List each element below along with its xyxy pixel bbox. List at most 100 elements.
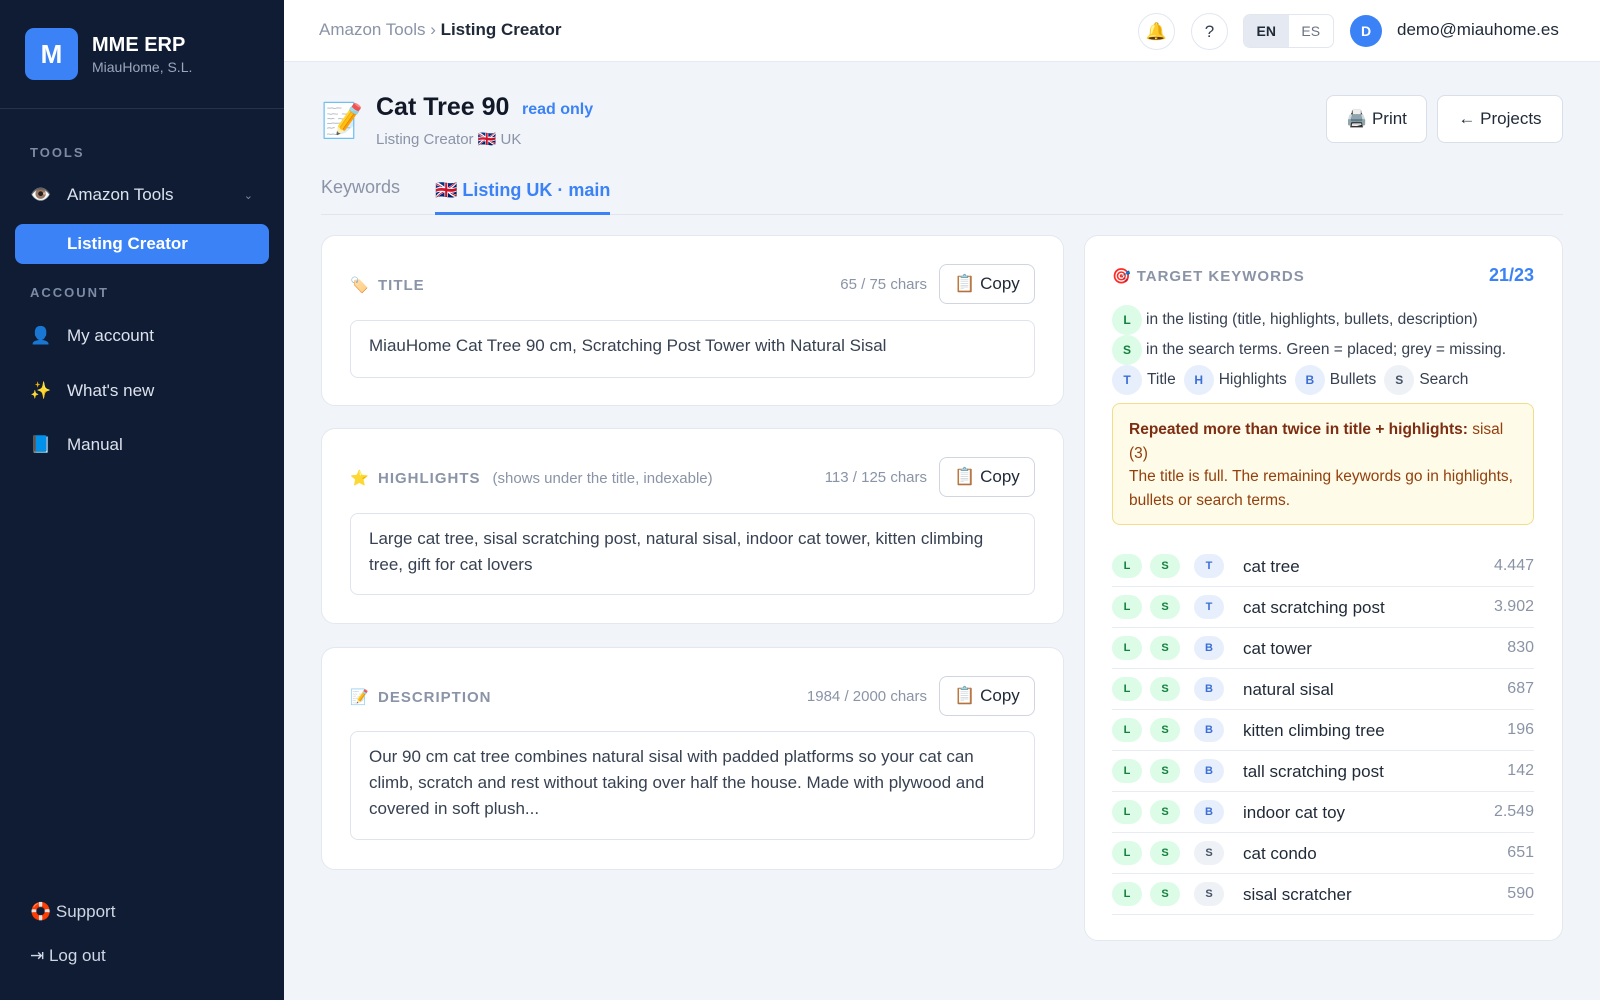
- keyword-name: cat tower: [1243, 639, 1312, 658]
- listing-badge: L: [1112, 841, 1142, 865]
- memo-icon: 📝: [350, 689, 369, 706]
- keyword-name: indoor cat toy: [1243, 803, 1346, 822]
- language-switch: EN ES: [1243, 14, 1334, 48]
- brand: M MME ERP MiauHome, S.L.: [0, 0, 284, 109]
- keyword-name: cat tree: [1243, 557, 1300, 576]
- title-card: 🏷️ TITLE 65 / 75 chars 📋 Copy MiauHome C…: [321, 235, 1064, 406]
- target-keywords-panel: 🎯 TARGET KEYWORDS 21/23 L in the listing…: [1084, 235, 1563, 941]
- keyword-volume: 830: [1507, 639, 1534, 656]
- keyword-name: tall scratching post: [1243, 762, 1384, 781]
- print-button[interactable]: 🖨️ Print: [1326, 95, 1427, 143]
- title-badge: T: [1112, 365, 1142, 395]
- search-terms-badge: S: [1384, 365, 1415, 395]
- keyword-volume: 4.447: [1493, 557, 1534, 574]
- card-hint: (shows under the title, indexable): [492, 469, 713, 487]
- copy-title-button[interactable]: 📋 Copy: [939, 264, 1035, 304]
- sidebar-item-label: What's new: [67, 381, 155, 400]
- search-badge: S: [1150, 636, 1180, 660]
- user-email[interactable]: demo@miauhome.es: [1397, 20, 1559, 40]
- keyword-row[interactable]: L S Scat condo 651: [1112, 833, 1534, 874]
- tab-keywords[interactable]: Keywords: [321, 177, 400, 198]
- highlights-card: ⭐ HIGHLIGHTS (shows under the title, ind…: [321, 428, 1064, 624]
- keyword-volume: 651: [1507, 844, 1534, 861]
- section-label-tools: TOOLS: [30, 145, 85, 160]
- card-label: TITLE: [378, 276, 425, 294]
- sidebar-item-manual[interactable]: 📘 Manual: [15, 425, 269, 465]
- legend-listing: L in the listing (title, highlights, bul…: [1112, 305, 1478, 335]
- keyword-row[interactable]: L S Bkitten climbing tree 196: [1112, 710, 1534, 751]
- keyword-count: 21/23: [1488, 265, 1534, 285]
- sidebar-item-label: Manual: [67, 435, 123, 454]
- description-field[interactable]: Our 90 cm cat tree combines natural sisa…: [350, 731, 1035, 840]
- highlights-field[interactable]: Large cat tree, sisal scratching post, n…: [350, 513, 1035, 595]
- panel-label: TARGET KEYWORDS: [1136, 267, 1305, 285]
- legend-locations: T Title H Highlights B Bullets S Search: [1112, 365, 1468, 395]
- breadcrumb: Amazon Tools › Listing Creator: [319, 20, 561, 40]
- user-icon: 👤: [30, 326, 52, 345]
- search-badge: S: [1150, 882, 1180, 906]
- app-logo: M: [25, 28, 78, 80]
- keyword-row[interactable]: L S Tcat tree 4.447: [1112, 546, 1534, 587]
- sparkles-icon: ✨: [30, 381, 52, 400]
- keyword-row[interactable]: L S Bindoor cat toy 2.549: [1112, 792, 1534, 833]
- char-counter: 1984 / 2000 chars: [806, 688, 927, 705]
- description-card: 📝 DESCRIPTION 1984 / 2000 chars 📋 Copy O…: [321, 647, 1064, 870]
- legend-text: Title: [1147, 371, 1176, 388]
- listing-badge: L: [1112, 305, 1142, 335]
- keyword-row[interactable]: L S Bnatural sisal 687: [1112, 669, 1534, 710]
- location-badge: S: [1194, 882, 1224, 906]
- avatar[interactable]: D: [1350, 15, 1382, 47]
- brand-name: MME ERP: [92, 33, 186, 56]
- tab-bar: Keywords 🇬🇧 Listing UK · main: [321, 170, 1563, 215]
- search-badge: S: [1150, 759, 1180, 783]
- listing-badge: L: [1112, 718, 1142, 742]
- search-badge: S: [1112, 335, 1142, 365]
- search-badge: S: [1150, 841, 1180, 865]
- memo-icon: 📝: [321, 102, 364, 140]
- char-counter: 113 / 125 chars: [824, 469, 927, 486]
- keyword-name: natural sisal: [1243, 680, 1334, 699]
- projects-button[interactable]: ← Projects: [1437, 95, 1563, 143]
- keyword-row[interactable]: L S Bcat tower 830: [1112, 628, 1534, 669]
- listing-badge: L: [1112, 595, 1142, 619]
- tab-listing-uk[interactable]: 🇬🇧 Listing UK · main: [435, 180, 611, 215]
- support-link[interactable]: 🛟 Support: [30, 902, 115, 922]
- help-icon: ?: [1204, 21, 1215, 41]
- listing-badge: L: [1112, 636, 1142, 660]
- warning-box: Repeated more than twice in title + high…: [1112, 403, 1534, 525]
- copy-highlights-button[interactable]: 📋 Copy: [939, 457, 1035, 497]
- keyword-volume: 687: [1507, 680, 1534, 697]
- keyword-volume: 142: [1507, 762, 1534, 779]
- listing-badge: L: [1112, 759, 1142, 783]
- breadcrumb-current: Listing Creator: [440, 20, 562, 39]
- help-button[interactable]: ?: [1191, 13, 1228, 50]
- target-icon: 🎯: [1112, 268, 1131, 285]
- tag-icon: 🏷️: [350, 277, 369, 294]
- page-title: Cat Tree 90: [376, 93, 510, 121]
- location-badge: B: [1194, 800, 1224, 824]
- sidebar-item-whats-new[interactable]: ✨ What's new: [15, 371, 269, 411]
- notifications-button[interactable]: 🔔: [1138, 13, 1175, 50]
- breadcrumb-parent[interactable]: Amazon Tools: [319, 20, 425, 39]
- keyword-row[interactable]: L S Tcat scratching post 3.902: [1112, 587, 1534, 628]
- keyword-row[interactable]: L S Ssisal scratcher 590: [1112, 874, 1534, 915]
- keyword-row[interactable]: L S Btall scratching post 142: [1112, 751, 1534, 792]
- listing-badge: L: [1112, 882, 1142, 906]
- title-field[interactable]: MiauHome Cat Tree 90 cm, Scratching Post…: [350, 320, 1035, 378]
- sidebar-item-my-account[interactable]: 👤 My account: [15, 316, 269, 356]
- location-badge: B: [1194, 677, 1224, 701]
- location-badge: B: [1194, 718, 1224, 742]
- keyword-volume: 3.902: [1493, 598, 1534, 615]
- read-only-badge: read only: [522, 101, 594, 118]
- brand-company: MiauHome, S.L.: [92, 58, 193, 75]
- location-badge: T: [1194, 595, 1224, 619]
- highlights-badge: H: [1183, 365, 1214, 395]
- copy-description-button[interactable]: 📋 Copy: [939, 676, 1035, 716]
- char-counter: 65 / 75 chars: [840, 276, 927, 293]
- sidebar-item-label: My account: [67, 326, 154, 345]
- logout-link[interactable]: ⇥ Log out: [30, 946, 106, 966]
- lang-en-button[interactable]: EN: [1244, 15, 1289, 47]
- lang-es-button[interactable]: ES: [1289, 15, 1334, 47]
- sidebar-item-listing-creator[interactable]: Listing Creator: [15, 224, 269, 264]
- sidebar-item-amazon-tools[interactable]: 👁️ Amazon Tools ⌄: [15, 175, 269, 215]
